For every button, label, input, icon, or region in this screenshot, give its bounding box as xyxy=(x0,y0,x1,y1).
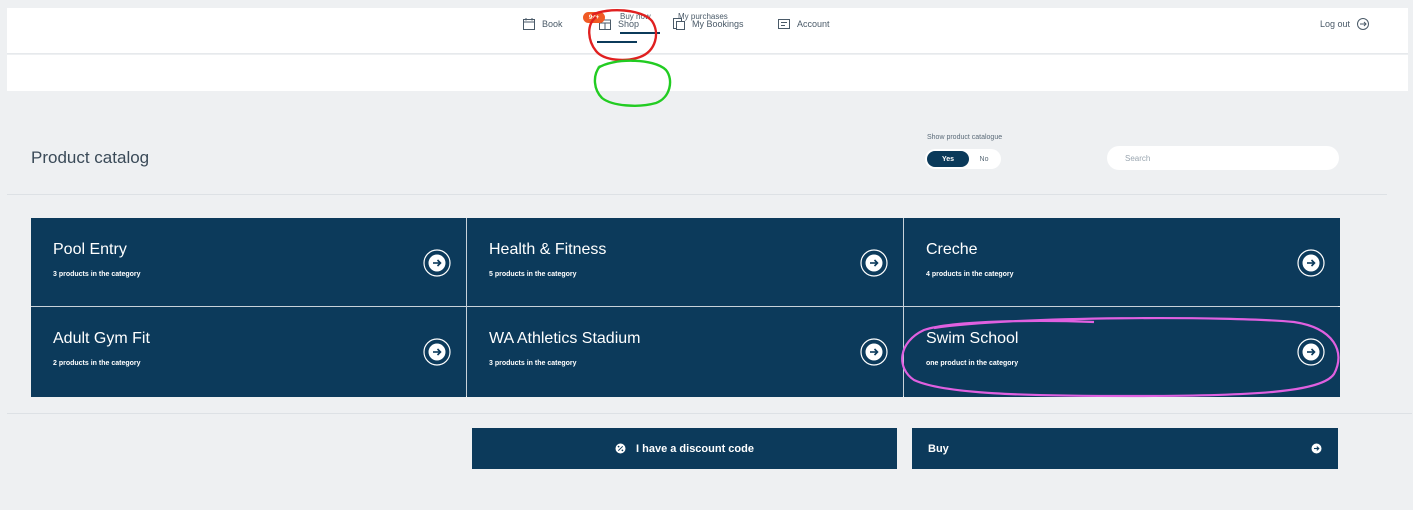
calendar-icon xyxy=(523,18,535,30)
category-count: 3 products in the category xyxy=(489,360,577,367)
nav-book-label: Book xyxy=(542,19,563,29)
buy-now-active-indicator xyxy=(620,32,660,34)
nav-account[interactable]: Account xyxy=(777,14,830,34)
tab-buy-now[interactable]: Buy now xyxy=(620,12,651,21)
show-catalogue-label: Show product catalogue xyxy=(927,134,1003,141)
category-tile-adult-gym-fit[interactable]: Adult Gym Fit 2 products in the category xyxy=(31,307,466,397)
discount-code-label: I have a discount code xyxy=(636,442,754,455)
page-title: Product catalog xyxy=(31,148,150,167)
category-grid: Pool Entry 3 products in the category He… xyxy=(31,218,1340,397)
arrow-right-circle-icon[interactable] xyxy=(1296,337,1326,367)
header-divider xyxy=(7,194,1387,195)
category-name: Health & Fitness xyxy=(489,241,607,258)
category-tile-health-fitness[interactable]: Health & Fitness 5 products in the categ… xyxy=(467,218,903,306)
toggle-no[interactable]: No xyxy=(969,156,999,163)
category-tile-pool-entry[interactable]: Pool Entry 3 products in the category xyxy=(31,218,466,306)
category-tile-creche[interactable]: Creche 4 products in the category xyxy=(904,218,1340,306)
nav-book[interactable]: Book xyxy=(522,14,563,34)
category-count: 4 products in the category xyxy=(926,271,1014,278)
discount-code-button[interactable]: I have a discount code xyxy=(472,428,897,469)
bottom-divider xyxy=(7,413,1412,414)
arrow-right-circle-icon[interactable] xyxy=(1296,248,1326,278)
category-name: Adult Gym Fit xyxy=(53,330,150,347)
discount-icon xyxy=(615,443,626,454)
category-name: Creche xyxy=(926,241,978,258)
category-name: Pool Entry xyxy=(53,241,127,258)
arrow-right-circle-icon xyxy=(1311,443,1322,454)
category-count: one product in the category xyxy=(926,360,1019,367)
shop-active-indicator xyxy=(597,41,637,43)
logout-button[interactable]: Log out xyxy=(1320,14,1370,34)
logout-icon xyxy=(1357,18,1370,30)
tab-my-purchases[interactable]: My purchases xyxy=(678,12,728,21)
category-count: 5 products in the category xyxy=(489,271,577,278)
category-count: 3 products in the category xyxy=(53,271,141,278)
search-input[interactable] xyxy=(1107,146,1339,170)
toggle-yes[interactable]: Yes xyxy=(927,151,969,167)
sub-nav-bar xyxy=(7,55,1408,91)
buy-button[interactable]: Buy xyxy=(912,428,1338,469)
category-name: Swim School xyxy=(926,330,1019,347)
arrow-right-circle-icon[interactable] xyxy=(859,337,889,367)
buy-label: Buy xyxy=(928,442,949,455)
arrow-right-circle-icon[interactable] xyxy=(422,248,452,278)
show-catalogue-toggle[interactable]: Yes No xyxy=(925,149,1001,169)
account-icon xyxy=(778,19,790,29)
category-name: WA Athletics Stadium xyxy=(489,330,641,347)
arrow-right-circle-icon[interactable] xyxy=(422,337,452,367)
category-tile-swim-school[interactable]: Swim School one product in the category xyxy=(904,307,1340,397)
category-tile-wa-athletics-stadium[interactable]: WA Athletics Stadium 3 products in the c… xyxy=(467,307,903,397)
logout-label: Log out xyxy=(1320,19,1351,29)
arrow-right-circle-icon[interactable] xyxy=(859,248,889,278)
category-count: 2 products in the category xyxy=(53,360,141,367)
nav-account-label: Account xyxy=(797,19,830,29)
cart-count-badge: 99+ xyxy=(583,12,605,23)
